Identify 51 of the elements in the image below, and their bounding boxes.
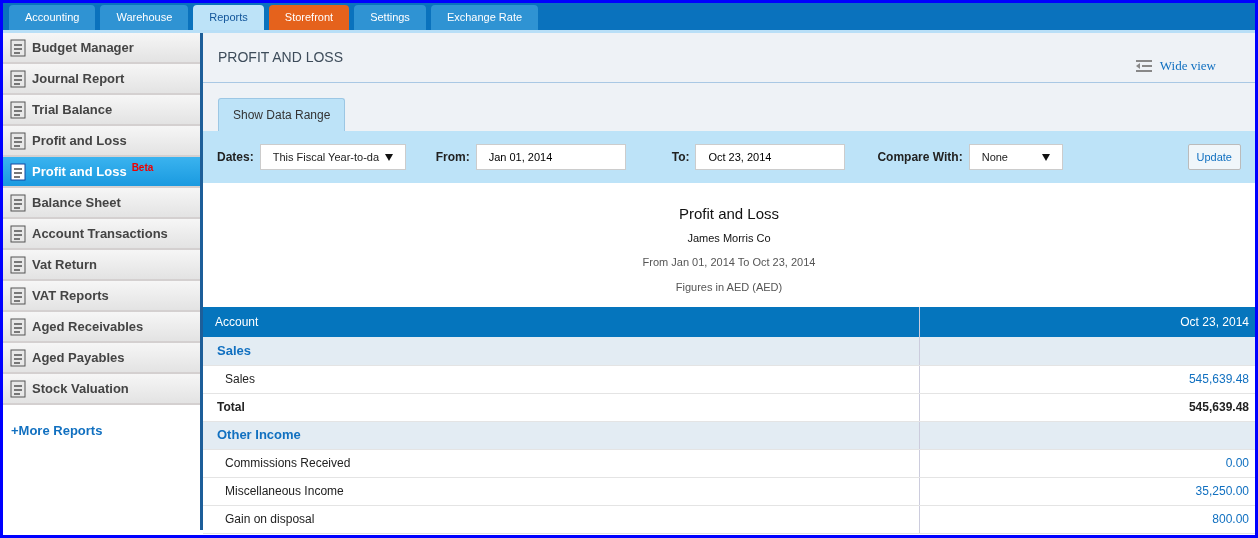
amount-cell: 545,639.48 [919,393,1255,421]
wide-view-link[interactable]: Wide view [1135,55,1216,76]
amount-cell: 545,639.48 [919,365,1255,393]
range-tab[interactable]: Show Data Range [218,98,346,131]
report-title: Profit and Loss [677,204,781,224]
sidebar-item[interactable]: Journal Report [3,64,200,95]
amount-cell: 0.00 [919,449,1255,477]
sidebar-item[interactable]: Vat Return [3,250,200,281]
column-header: Account [203,307,919,337]
amount-cell: 35,250.00 [919,477,1255,505]
document-icon [9,255,27,274]
field-label: Compare With: [877,149,963,166]
sidebar-item[interactable]: Balance Sheet [3,188,200,219]
field-label: From: [435,149,470,166]
caret-icon [1041,153,1050,161]
report-period: From Jan 01, 2014 To Oct 23, 2014 [641,255,817,270]
sidebar-item[interactable]: Aged Receivables [3,312,200,343]
select-field[interactable]: This Fiscal Year-to-da [259,144,406,170]
sidebar-item[interactable]: Profit and Loss [3,126,200,157]
sidebar-item[interactable]: Aged Payables [3,343,200,374]
sidebar-item[interactable]: VAT Reports [3,281,200,312]
amount-cell: 800.00 [919,505,1255,533]
sidebar-item[interactable]: Stock Valuation [3,374,200,405]
input-field[interactable]: Oct 23, 2014 [695,144,846,170]
account-cell: Total [203,393,919,421]
account-cell: Sales [203,365,919,393]
column-header: Oct 23, 2014 [919,307,1255,337]
field-label: To: [671,149,690,166]
company-name: James Morris Co [686,230,772,246]
input-field[interactable]: Jan 01, 2014 [475,144,626,170]
document-icon [9,193,27,212]
sidebar-item[interactable]: Trial Balance [3,95,200,126]
caret-icon [384,153,393,161]
nav-tab[interactable]: Reports [193,5,264,30]
select-field[interactable]: None [968,144,1063,170]
account-cell: Miscellaneous Income [203,477,919,505]
beta-label: Beta [131,161,154,175]
section-heading: Other Income [203,421,919,449]
document-icon [9,69,27,88]
account-cell: Commissions Received [203,449,919,477]
page-title: PROFIT AND LOSS [218,48,343,67]
sidebar-item[interactable]: Budget Manager [3,33,200,64]
more-reports-link[interactable]: +More Reports [11,421,103,441]
document-icon [9,379,27,398]
field-label: Dates: [217,149,254,166]
update-button[interactable]: Update [1187,144,1241,170]
section-heading: Sales [203,337,919,365]
list-icon [1135,59,1152,72]
sidebar-item[interactable]: Account Transactions [3,219,200,250]
account-cell: Gain on disposal [203,505,919,533]
currency-note: Figures in AED (AED) [674,279,784,295]
